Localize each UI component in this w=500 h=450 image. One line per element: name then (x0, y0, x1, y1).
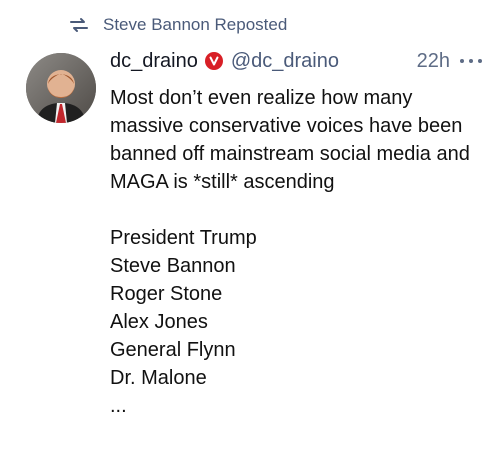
list-item: President Trump (110, 227, 257, 249)
list-item: Roger Stone (110, 283, 223, 305)
verified-icon (204, 52, 223, 70)
avatar[interactable] (26, 53, 96, 123)
repost-label: Steve Bannon Reposted (103, 15, 288, 34)
display-name[interactable]: dc_draino (110, 50, 198, 73)
repost-icon (68, 14, 90, 36)
user-handle[interactable]: @dc_draino (231, 50, 339, 73)
post-card: Steve Bannon Reposted dc_draino @dc_drai… (0, 0, 500, 450)
post-text: Most don’t even realize how many massive… (110, 87, 470, 193)
post-body: Most don’t even realize how many massive… (110, 84, 480, 420)
list-item: Steve Bannon (110, 255, 236, 277)
list-item: General Flynn (110, 339, 236, 361)
name-list: President Trump Steve Bannon Roger Stone… (110, 224, 480, 420)
more-options-icon[interactable] (460, 51, 482, 71)
repost-line: Steve Bannon Reposted (68, 14, 287, 36)
list-item: Alex Jones (110, 311, 208, 333)
list-item: ... (110, 395, 127, 417)
post-time[interactable]: 22h (417, 50, 450, 73)
post-header: dc_draino @dc_draino 22h (110, 47, 482, 75)
list-item: Dr. Malone (110, 367, 207, 389)
